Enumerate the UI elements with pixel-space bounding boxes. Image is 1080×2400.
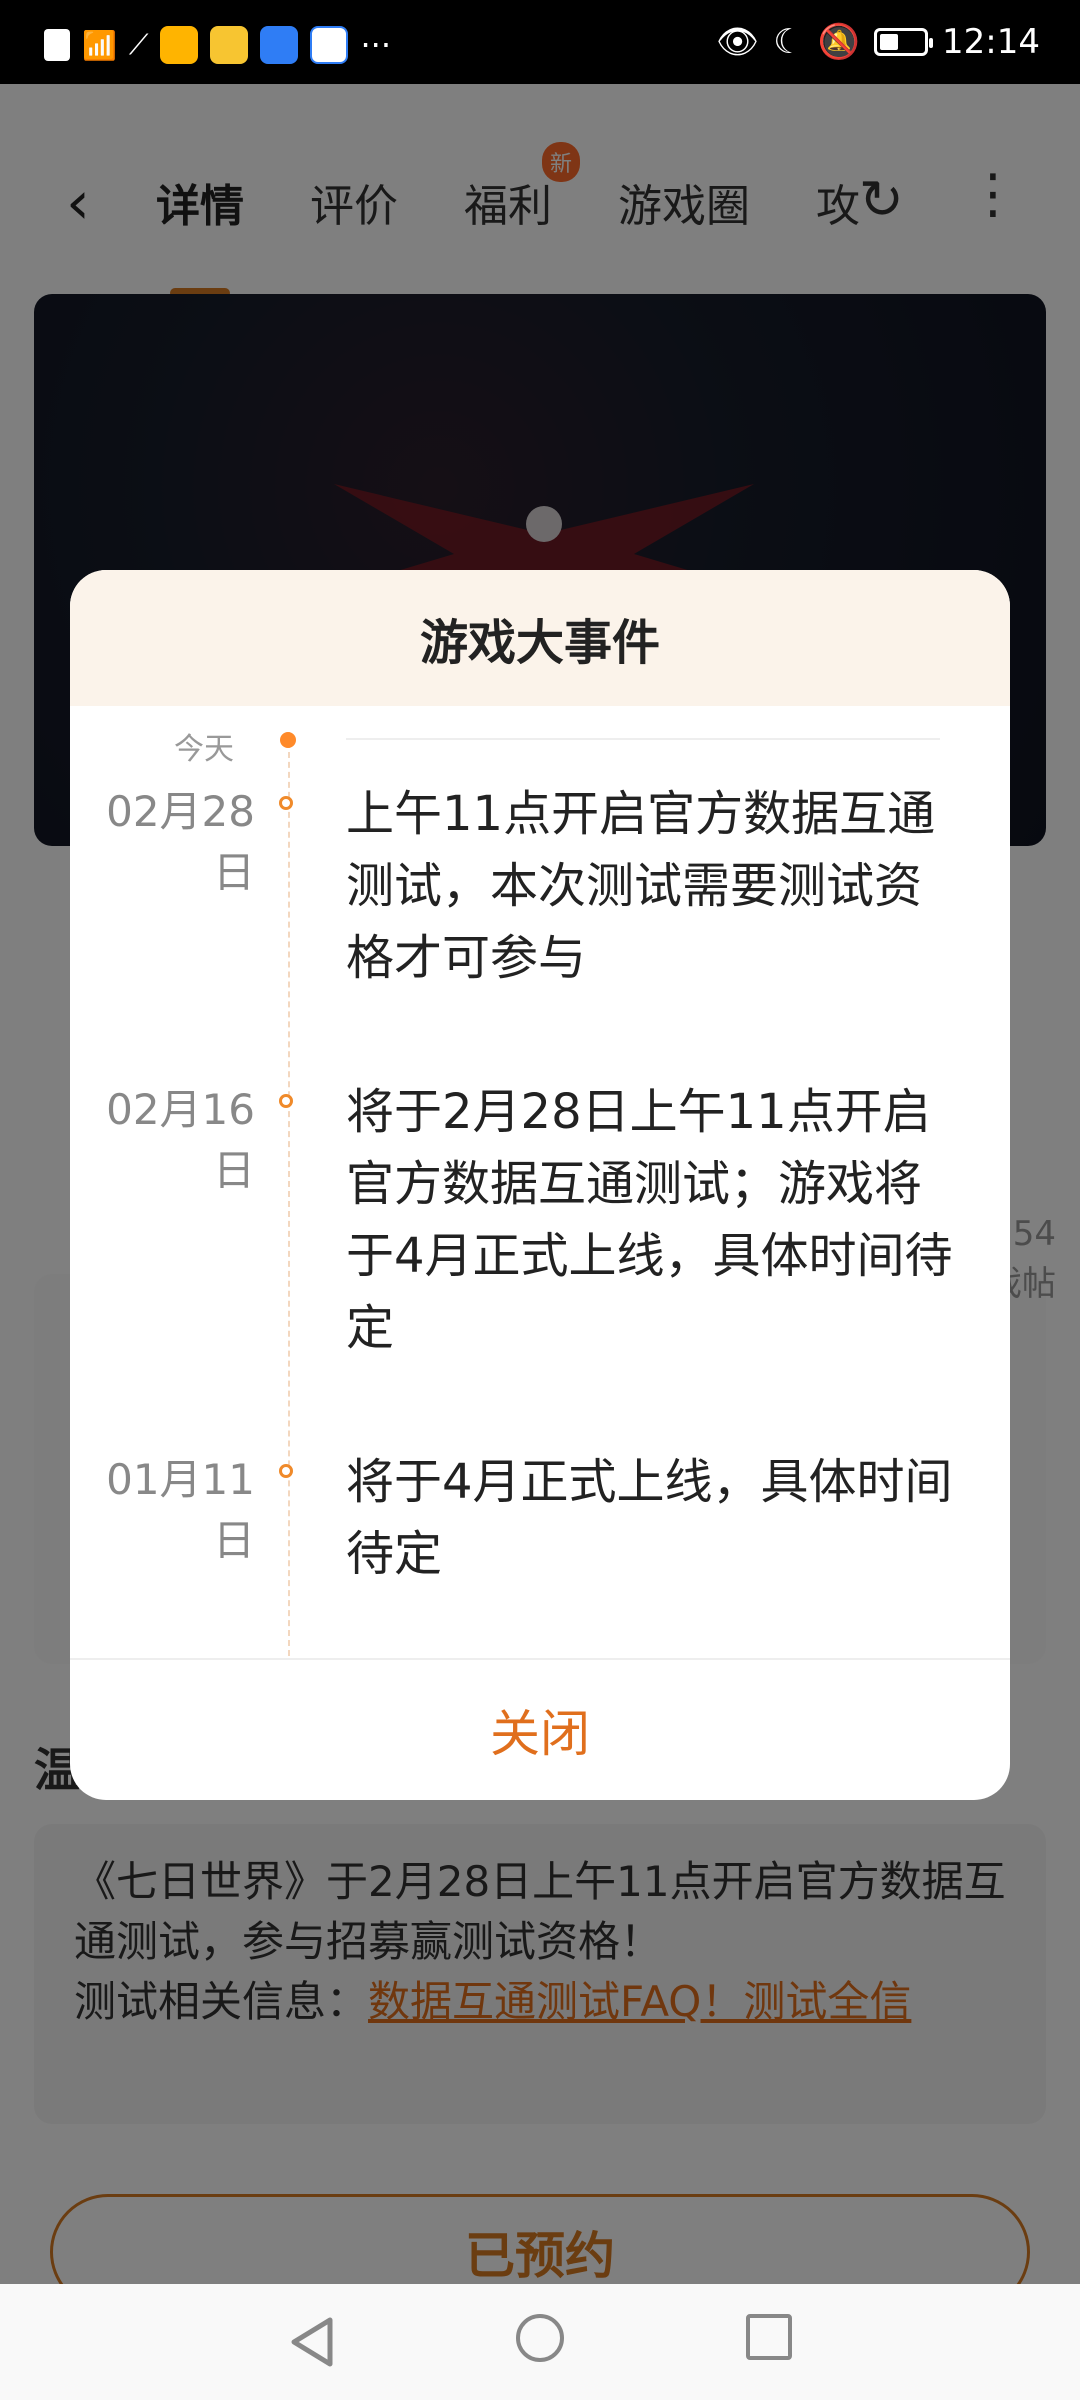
status-left: 📶 ⟋ ···	[44, 26, 391, 64]
event-date: 01月11日	[106, 1455, 255, 1565]
event-text: 将于4月正式上线，具体时间待定	[346, 1454, 953, 1582]
event-dot	[279, 1464, 293, 1478]
dialog-header: 游戏大事件	[70, 570, 1010, 706]
signal-icon: ⟋	[128, 28, 149, 61]
eye-icon: 👁	[716, 22, 760, 62]
event-date: 02月28日	[106, 787, 255, 897]
event-text: 将于2月28日上午11点开启官方数据互通测试；游戏将于4月正式上线，具体时间待定	[346, 1084, 953, 1356]
alert-icon	[44, 29, 70, 61]
nav-home-icon[interactable]	[516, 2314, 564, 2362]
moon-icon: ☾	[773, 22, 804, 62]
close-button[interactable]: 关闭	[490, 1694, 590, 1766]
app-icon-sogou	[160, 26, 199, 64]
game-events-dialog: 游戏大事件 今天 02月28日 上午11点开启官方数据互通测试，本次测试需要测试…	[70, 570, 1010, 1800]
dialog-title: 游戏大事件	[419, 615, 660, 671]
today-divider	[346, 738, 940, 740]
app-icon-blue	[260, 26, 299, 64]
event-date: 02月16日	[106, 1085, 255, 1195]
wifi-icon: 📶	[82, 28, 117, 62]
event-dot	[279, 796, 293, 810]
system-nav-bar	[0, 2284, 1080, 2400]
app-icon-browser	[210, 26, 249, 64]
nav-recents-icon[interactable]	[746, 2314, 792, 2360]
nav-back-icon[interactable]	[286, 2314, 338, 2370]
event-dot	[279, 1094, 293, 1108]
timeline-line	[288, 732, 290, 1656]
app-icon-ifly	[310, 26, 349, 64]
status-right: 👁 ☾ 🔕 12:14	[716, 22, 1040, 62]
more-notifications: ···	[360, 26, 391, 64]
today-label: 今天	[174, 732, 234, 767]
status-time: 12:14	[942, 22, 1040, 62]
event-text: 上午11点开启官方数据互通测试，本次测试需要测试资格才可参与	[346, 786, 936, 986]
today-dot	[280, 732, 296, 748]
mute-bell-icon: 🔕	[817, 22, 861, 62]
dialog-footer: 关闭	[70, 1658, 1010, 1800]
timeline: 今天 02月28日 上午11点开启官方数据互通测试，本次测试需要测试资格才可参与…	[70, 706, 1010, 1656]
battery-icon	[874, 28, 934, 56]
status-bar: 📶 ⟋ ··· 👁 ☾ 🔕 12:14	[0, 0, 1080, 84]
